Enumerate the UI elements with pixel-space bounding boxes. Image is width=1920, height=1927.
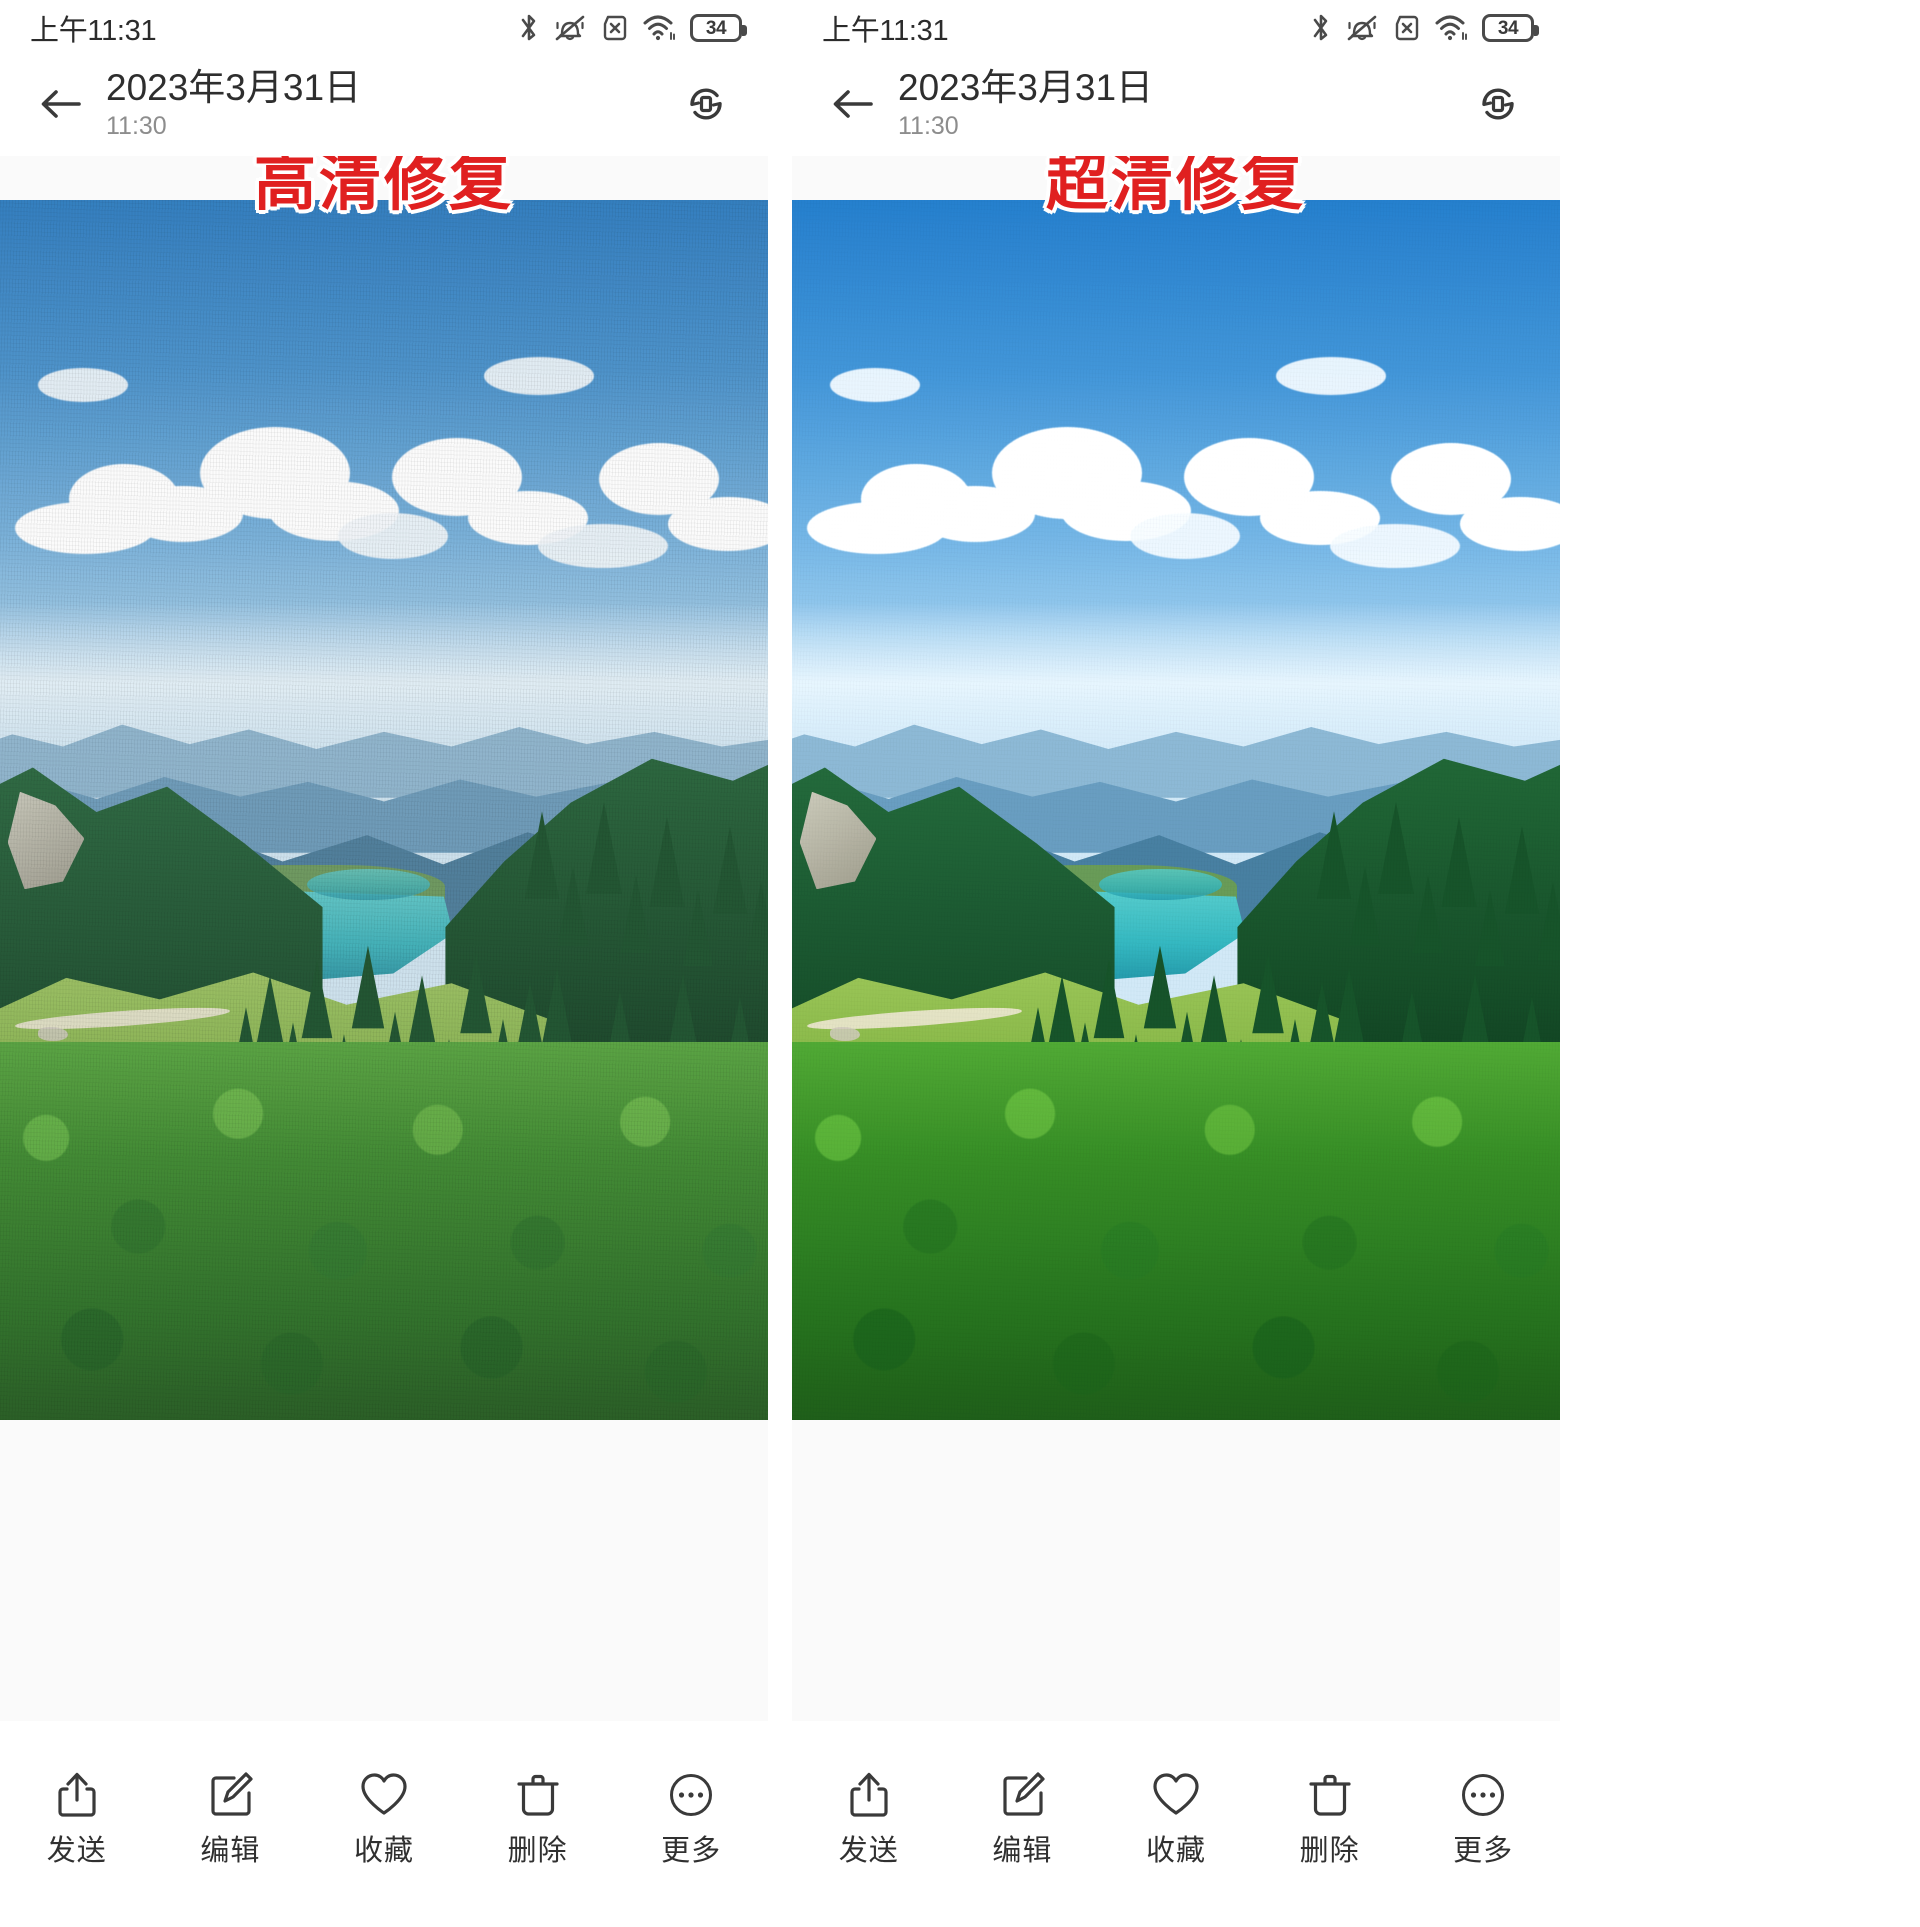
back-button[interactable] bbox=[820, 73, 886, 139]
toolbar-label-favorite: 收藏 bbox=[1145, 1835, 1206, 1867]
battery-level: 34 bbox=[1497, 17, 1519, 39]
wifi-icon bbox=[643, 13, 677, 43]
back-arrow-icon bbox=[830, 84, 876, 129]
toolbar-item-favorite[interactable]: 收藏 bbox=[315, 1769, 453, 1866]
page-title: 2023年3月31日 bbox=[898, 67, 1154, 109]
foreground-texture bbox=[0, 1017, 768, 1420]
toolbar-item-favorite[interactable]: 收藏 bbox=[1107, 1769, 1245, 1866]
share-icon bbox=[846, 1769, 892, 1821]
cloud-layer bbox=[792, 346, 1560, 614]
atmospheric-haze bbox=[0, 602, 768, 749]
page-subtitle: 11:30 bbox=[898, 112, 959, 141]
toolbar-item-delete[interactable]: 删除 bbox=[1261, 1769, 1399, 1866]
trash-icon bbox=[515, 1769, 561, 1821]
toolbar-item-share[interactable]: 发送 bbox=[800, 1769, 938, 1866]
silent-bell-icon bbox=[553, 12, 587, 44]
toolbar-item-more[interactable]: 更多 bbox=[1414, 1769, 1552, 1866]
back-arrow-icon bbox=[38, 84, 84, 129]
panel-divider bbox=[768, 0, 792, 1927]
sim-card-off-icon bbox=[1392, 13, 1422, 43]
page-title: 2023年3月31日 bbox=[106, 67, 362, 109]
auto-rotate-icon bbox=[1473, 79, 1523, 134]
toolbar-label-more: 更多 bbox=[661, 1835, 722, 1867]
cloud-layer bbox=[0, 346, 768, 614]
toolbar-label-favorite: 收藏 bbox=[353, 1835, 414, 1867]
rotate-button[interactable] bbox=[1466, 74, 1530, 138]
heart-icon bbox=[358, 1769, 410, 1821]
toolbar-item-edit[interactable]: 编辑 bbox=[161, 1769, 299, 1866]
battery-level: 34 bbox=[705, 17, 727, 39]
status-time: 上午11:31 bbox=[822, 15, 949, 47]
photo-stage: 高清修复 bbox=[0, 156, 768, 1721]
atmospheric-haze bbox=[792, 602, 1560, 749]
bluetooth-icon bbox=[1310, 12, 1332, 44]
toolbar-label-edit: 编辑 bbox=[200, 1835, 261, 1867]
bottom-toolbar: 发送 编辑 收藏 删除 更多 bbox=[0, 1721, 768, 1927]
status-time: 上午11:31 bbox=[30, 15, 157, 47]
auto-rotate-icon bbox=[681, 79, 731, 134]
edit-icon bbox=[207, 1769, 253, 1821]
photo-stage: 超清修复 bbox=[792, 156, 1560, 1721]
bottom-toolbar: 发送 编辑 收藏 删除 更多 bbox=[792, 1721, 1560, 1927]
toolbar-item-edit[interactable]: 编辑 bbox=[953, 1769, 1091, 1866]
photo-image[interactable] bbox=[0, 200, 768, 1420]
lake-far bbox=[1099, 868, 1223, 901]
comparison-screens: 上午11:31 34 2023年3月31日 11:30 高清修复 发送 编辑 收… bbox=[0, 0, 1920, 1927]
toolbar-item-delete[interactable]: 删除 bbox=[469, 1769, 607, 1866]
status-icon-group: 34 bbox=[1310, 12, 1539, 44]
overlay-label-hd: 高清修复 bbox=[253, 156, 514, 219]
page-subtitle: 11:30 bbox=[106, 112, 167, 141]
toolbar-label-more: 更多 bbox=[1453, 1835, 1514, 1867]
app-header: 2023年3月31日 11:30 bbox=[0, 56, 768, 156]
back-button[interactable] bbox=[28, 73, 94, 139]
photo-image[interactable] bbox=[792, 200, 1560, 1420]
header-title-block: 2023年3月31日 11:30 bbox=[106, 67, 674, 145]
heart-icon bbox=[1150, 1769, 1202, 1821]
foreground-texture bbox=[792, 1017, 1560, 1420]
toolbar-label-delete: 删除 bbox=[507, 1835, 568, 1867]
screenshot-panel-hd: 上午11:31 34 2023年3月31日 11:30 高清修复 发送 编辑 收… bbox=[0, 0, 768, 1927]
app-header: 2023年3月31日 11:30 bbox=[792, 56, 1560, 156]
more-icon bbox=[1458, 1769, 1508, 1821]
trash-icon bbox=[1307, 1769, 1353, 1821]
lake-far bbox=[307, 868, 431, 901]
overlay-label-ultra: 超清修复 bbox=[1045, 156, 1306, 219]
toolbar-item-more[interactable]: 更多 bbox=[622, 1769, 760, 1866]
toolbar-label-delete: 删除 bbox=[1299, 1835, 1360, 1867]
status-bar: 上午11:31 34 bbox=[0, 0, 768, 56]
edit-icon bbox=[999, 1769, 1045, 1821]
toolbar-item-share[interactable]: 发送 bbox=[8, 1769, 146, 1866]
bluetooth-icon bbox=[518, 12, 540, 44]
battery-icon: 34 bbox=[690, 14, 747, 42]
silent-bell-icon bbox=[1345, 12, 1379, 44]
header-title-block: 2023年3月31日 11:30 bbox=[898, 67, 1466, 145]
screenshot-panel-ultra: 上午11:31 34 2023年3月31日 11:30 超清修复 发送 编辑 收… bbox=[792, 0, 1560, 1927]
status-icon-group: 34 bbox=[518, 12, 747, 44]
toolbar-label-edit: 编辑 bbox=[992, 1835, 1053, 1867]
battery-icon: 34 bbox=[1482, 14, 1539, 42]
rotate-button[interactable] bbox=[674, 74, 738, 138]
more-icon bbox=[666, 1769, 716, 1821]
toolbar-label-share: 发送 bbox=[46, 1835, 107, 1867]
sim-card-off-icon bbox=[600, 13, 630, 43]
share-icon bbox=[54, 1769, 100, 1821]
status-bar: 上午11:31 34 bbox=[792, 0, 1560, 56]
toolbar-label-share: 发送 bbox=[838, 1835, 899, 1867]
wifi-icon bbox=[1435, 13, 1469, 43]
